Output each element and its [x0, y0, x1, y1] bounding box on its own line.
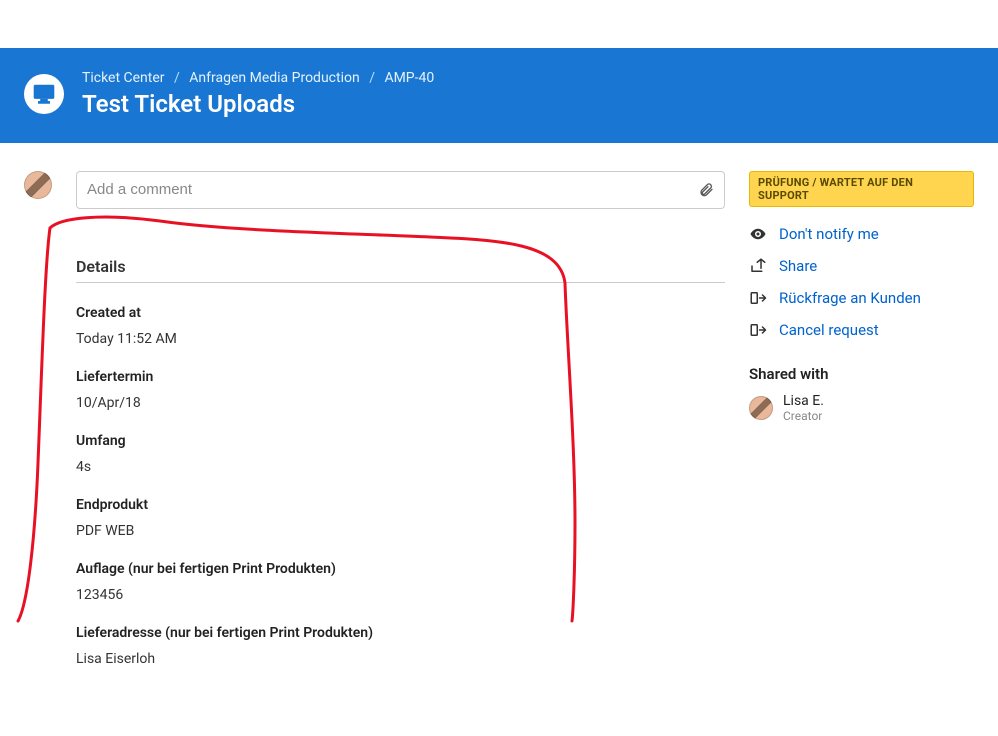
- detail-field-value: 10/Apr/18: [76, 395, 725, 411]
- transition-icon: [749, 289, 767, 307]
- action-label: Rückfrage an Kunden: [779, 289, 921, 307]
- shared-user-role: Creator: [783, 409, 824, 423]
- detail-field: Liefertermin 10/Apr/18: [76, 369, 725, 411]
- action-label: Share: [779, 257, 817, 275]
- share-icon: [749, 257, 767, 275]
- detail-field-value: PDF WEB: [76, 523, 725, 539]
- detail-field-value: 4s: [76, 459, 725, 475]
- action-label: Cancel request: [779, 321, 879, 339]
- detail-field: Umfang 4s: [76, 433, 725, 475]
- shared-user-name: Lisa E.: [783, 393, 824, 409]
- sidebar: PRÜFUNG / WARTET AUF DEN SUPPORT Don't n…: [749, 171, 974, 667]
- breadcrumb-item[interactable]: Anfragen Media Production: [189, 70, 359, 86]
- dont-notify-me-action[interactable]: Don't notify me: [749, 225, 974, 243]
- detail-field-label: Liefertermin: [76, 369, 725, 385]
- eye-icon: [749, 225, 767, 243]
- rueckfrage-action[interactable]: Rückfrage an Kunden: [749, 289, 974, 307]
- breadcrumb-separator: /: [174, 70, 180, 86]
- current-user-avatar-column: [24, 171, 52, 667]
- breadcrumb-item[interactable]: Ticket Center: [82, 70, 165, 86]
- share-action[interactable]: Share: [749, 257, 974, 275]
- main-column: Details Created at Today 11:52 AM Liefer…: [76, 171, 725, 667]
- action-list: Don't notify me Share: [749, 225, 974, 339]
- detail-field-value: Today 11:52 AM: [76, 331, 725, 347]
- paperclip-icon: [698, 182, 714, 198]
- breadcrumb-separator: /: [369, 70, 375, 86]
- shared-with-user: Lisa E. Creator: [749, 393, 974, 423]
- project-monitor-icon: [24, 74, 64, 114]
- cancel-request-action[interactable]: Cancel request: [749, 321, 974, 339]
- detail-field: Auflage (nur bei fertigen Print Produkte…: [76, 561, 725, 603]
- status-badge: PRÜFUNG / WARTET AUF DEN SUPPORT: [749, 171, 974, 207]
- detail-field: Lieferadresse (nur bei fertigen Print Pr…: [76, 625, 725, 667]
- detail-field-value: Lisa Eiserloh: [76, 651, 725, 667]
- breadcrumb: Ticket Center / Anfragen Media Productio…: [82, 70, 434, 86]
- detail-field-label: Umfang: [76, 433, 725, 449]
- page-title: Test Ticket Uploads: [82, 90, 434, 119]
- avatar: [749, 396, 773, 420]
- attach-button[interactable]: [694, 178, 718, 202]
- breadcrumb-item[interactable]: AMP-40: [384, 70, 434, 86]
- detail-field-label: Created at: [76, 305, 725, 321]
- detail-field-value: 123456: [76, 587, 725, 603]
- details-section-title: Details: [76, 257, 725, 283]
- action-label: Don't notify me: [779, 225, 879, 243]
- page-header: Ticket Center / Anfragen Media Productio…: [0, 48, 998, 143]
- avatar: [24, 171, 52, 199]
- transition-icon: [749, 321, 767, 339]
- comment-box: [76, 171, 725, 209]
- detail-field-label: Lieferadresse (nur bei fertigen Print Pr…: [76, 625, 725, 641]
- detail-field: Endprodukt PDF WEB: [76, 497, 725, 539]
- detail-field-label: Endprodukt: [76, 497, 725, 513]
- comment-input[interactable]: [77, 172, 688, 208]
- detail-field-label: Auflage (nur bei fertigen Print Produkte…: [76, 561, 725, 577]
- shared-with-title: Shared with: [749, 365, 974, 383]
- detail-field: Created at Today 11:52 AM: [76, 305, 725, 347]
